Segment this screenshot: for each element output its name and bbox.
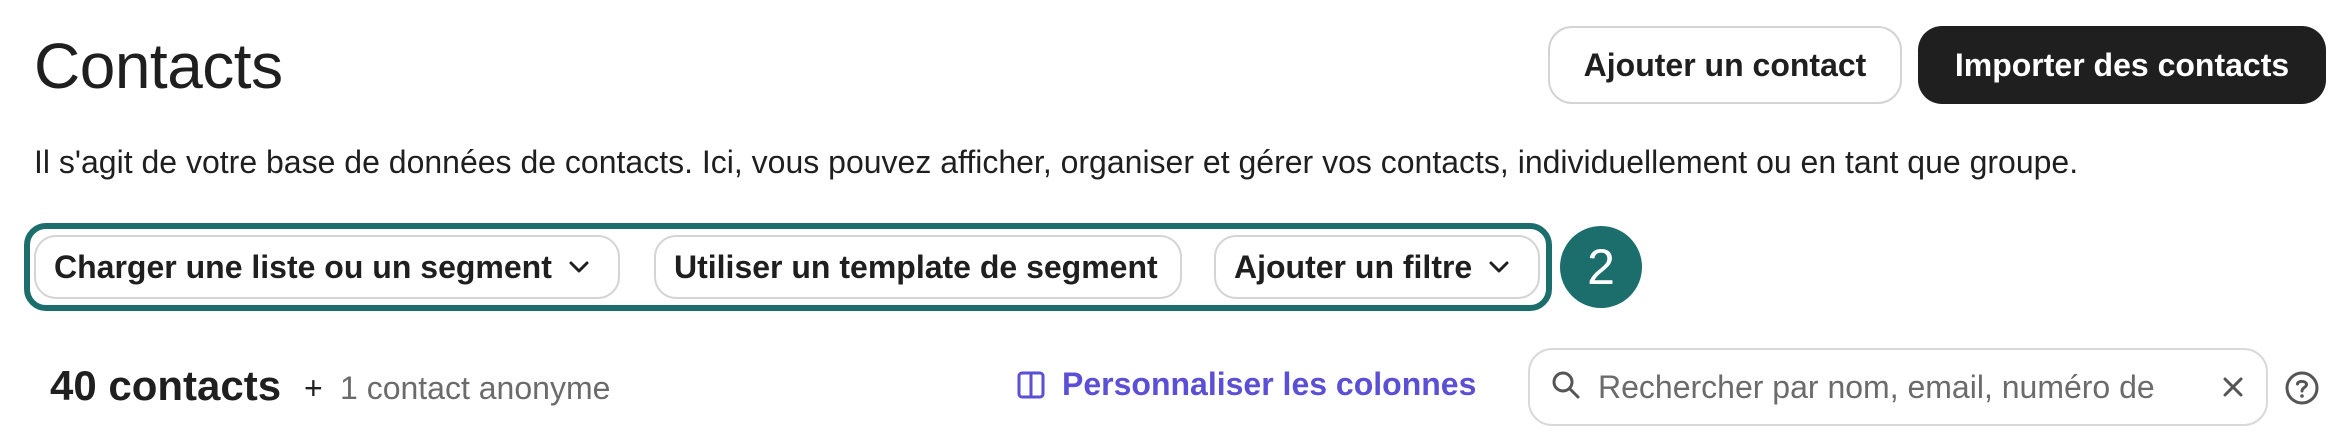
search-icon <box>1550 369 1582 406</box>
page-title: Contacts <box>34 30 283 102</box>
customize-columns-label: Personnaliser les colonnes <box>1062 366 1477 402</box>
add-filter-label: Ajouter un filtre <box>1234 248 1473 285</box>
segment-template-button[interactable]: Utiliser un template de segment <box>654 235 1182 299</box>
load-list-label: Charger une liste ou un segment <box>54 248 552 285</box>
customize-columns-button[interactable]: Personnaliser les colonnes <box>1016 366 1476 403</box>
chevron-down-icon <box>1488 260 1510 274</box>
anonymous-contacts-link[interactable]: 1 contact anonyme <box>340 368 610 408</box>
step-number-badge: 2 <box>1560 226 1642 308</box>
add-filter-dropdown[interactable]: Ajouter un filtre <box>1214 235 1540 299</box>
contacts-count: 40 contacts <box>50 362 282 409</box>
import-contacts-button[interactable]: Importer des contacts <box>1918 26 2326 104</box>
page-description: Il s'agit de votre base de données de co… <box>34 144 2079 180</box>
close-icon[interactable] <box>2220 374 2246 400</box>
load-list-dropdown[interactable]: Charger une liste ou un segment <box>34 235 620 299</box>
count-separator: + <box>304 370 323 406</box>
search-input[interactable] <box>1596 367 2190 407</box>
help-icon[interactable] <box>2284 370 2320 406</box>
segment-template-label: Utiliser un template de segment <box>674 248 1158 285</box>
search-box[interactable] <box>1528 348 2268 426</box>
add-contact-button[interactable]: Ajouter un contact <box>1548 26 1902 104</box>
chevron-down-icon <box>568 260 590 274</box>
columns-icon <box>1016 370 1046 400</box>
